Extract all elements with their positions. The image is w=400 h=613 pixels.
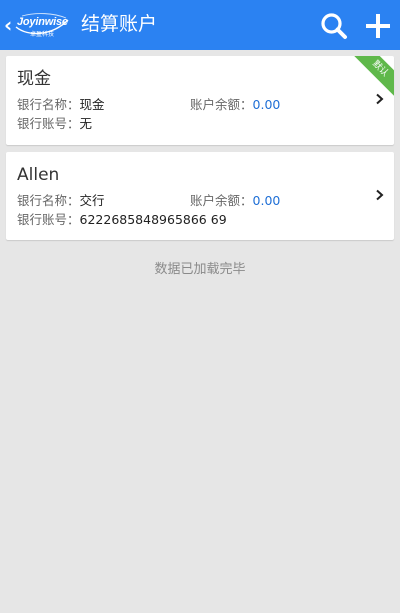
balance-row: 账户余额：0.00: [190, 96, 280, 113]
account-card[interactable]: 现金 银行名称：现金 账户余额：0.00 银行账号：无 默认: [6, 56, 394, 145]
account-number-value: 6222685848965866 69: [79, 212, 227, 227]
account-list: 现金 银行名称：现金 账户余额：0.00 银行账号：无 默认 Allen 银行名…: [6, 56, 394, 247]
account-number-label: 银行账号：: [17, 212, 80, 227]
balance-value: 0.00: [252, 97, 281, 112]
balance-value: 0.00: [252, 193, 281, 208]
chevron-left-icon: ‹: [4, 13, 13, 37]
bank-name-row: 银行名称：交行: [17, 192, 105, 209]
back-button[interactable]: ‹ Joyinwise 卓盈科技: [3, 10, 69, 40]
account-card[interactable]: Allen 银行名称：交行 账户余额：0.00 银行账号：62226858489…: [6, 152, 394, 240]
bank-name-value: 现金: [79, 97, 105, 112]
account-number-value: 无: [79, 116, 93, 131]
account-number-label: 银行账号：: [17, 116, 80, 131]
page-title: 结算账户: [81, 13, 158, 35]
default-badge-label: 默认: [370, 59, 390, 79]
search-button[interactable]: [319, 11, 349, 41]
bank-name-row: 银行名称：现金: [17, 96, 105, 113]
account-number-row: 银行账号：无: [17, 115, 92, 132]
balance-row: 账户余额：0.00: [190, 192, 280, 209]
load-complete-status: 数据已加载完毕: [154, 262, 246, 277]
app-bar: ‹ Joyinwise 卓盈科技 结算账户: [0, 0, 400, 50]
account-name: 现金: [17, 69, 51, 89]
logo-text: Joyinwise: [17, 16, 68, 28]
plus-icon: [366, 14, 390, 38]
chevron-right-icon: [376, 93, 384, 105]
bank-name-label: 银行名称：: [17, 193, 80, 208]
bank-name-value: 交行: [79, 193, 105, 208]
account-number-row: 银行账号：6222685848965866 69: [17, 211, 227, 228]
add-account-button[interactable]: [363, 11, 393, 41]
account-name: Allen: [17, 165, 60, 185]
balance-label: 账户余额：: [190, 193, 253, 208]
bank-name-label: 银行名称：: [17, 97, 80, 112]
search-icon: [321, 13, 347, 39]
default-badge: 默认: [348, 56, 394, 101]
chevron-right-icon: [376, 189, 384, 201]
logo-subtext: 卓盈科技: [30, 31, 55, 38]
logo: Joyinwise 卓盈科技: [14, 12, 69, 38]
balance-label: 账户余额：: [190, 97, 253, 112]
